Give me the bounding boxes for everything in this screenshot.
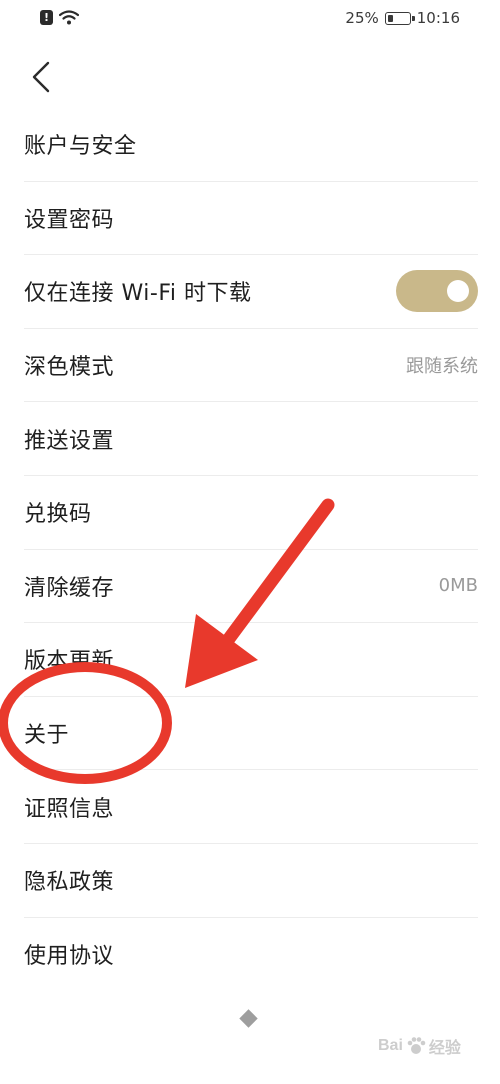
status-right: 25% 10:16 [345, 9, 460, 27]
watermark: Bai 经验 [378, 1034, 461, 1058]
alert-icon: ! [40, 10, 53, 25]
setting-label: 证照信息 [24, 796, 115, 822]
paw-icon [407, 1037, 426, 1054]
back-button[interactable] [24, 56, 58, 98]
status-left: ! [40, 10, 79, 25]
setting-label: 使用协议 [24, 944, 115, 970]
chevron-left-icon [32, 61, 50, 93]
battery-fill [387, 14, 393, 22]
setting-set-password[interactable]: 设置密码 [24, 182, 478, 256]
scroll-indicator [239, 1009, 258, 1028]
setting-privacy-policy[interactable]: 隐私政策 [24, 844, 478, 918]
wifi-icon [59, 10, 79, 25]
setting-label: 仅在连接 Wi-Fi 时下载 [24, 281, 252, 307]
dark-mode-value: 跟随系统 [406, 356, 478, 378]
setting-label: 版本更新 [24, 649, 115, 675]
setting-wifi-only-download: 仅在连接 Wi-Fi 时下载 [24, 255, 478, 329]
setting-license-info[interactable]: 证照信息 [24, 770, 478, 844]
watermark-text: Bai [378, 1037, 403, 1054]
setting-label: 兑换码 [24, 502, 92, 528]
setting-label: 隐私政策 [24, 870, 115, 896]
setting-version-update[interactable]: 版本更新 [24, 623, 478, 697]
settings-list: 账户与安全 设置密码 仅在连接 Wi-Fi 时下载 深色模式 跟随系统 推送设置… [24, 108, 478, 991]
setting-label: 账户与安全 [24, 134, 137, 160]
wifi-download-toggle[interactable] [396, 270, 478, 313]
setting-dark-mode[interactable]: 深色模式 跟随系统 [24, 329, 478, 403]
setting-label: 清除缓存 [24, 575, 115, 601]
setting-label: 深色模式 [24, 355, 115, 381]
watermark-suffix: 经验 [428, 1040, 461, 1057]
toggle-knob [447, 280, 469, 303]
setting-push[interactable]: 推送设置 [24, 402, 478, 476]
setting-redeem-code[interactable]: 兑换码 [24, 476, 478, 550]
setting-clear-cache[interactable]: 清除缓存 0MB [24, 550, 478, 624]
status-bar: ! 25% 10:16 [0, 0, 500, 38]
setting-about[interactable]: 关于 [24, 697, 478, 771]
battery-percent: 25% [345, 9, 379, 27]
setting-label: 关于 [24, 723, 70, 749]
cache-size-value: 0MB [438, 575, 478, 597]
setting-label: 推送设置 [24, 428, 115, 454]
battery-icon [384, 11, 415, 25]
clock: 10:16 [416, 9, 460, 27]
setting-label: 设置密码 [24, 207, 115, 233]
setting-terms-of-use[interactable]: 使用协议 [24, 918, 478, 992]
setting-account-security[interactable]: 账户与安全 [24, 108, 478, 182]
